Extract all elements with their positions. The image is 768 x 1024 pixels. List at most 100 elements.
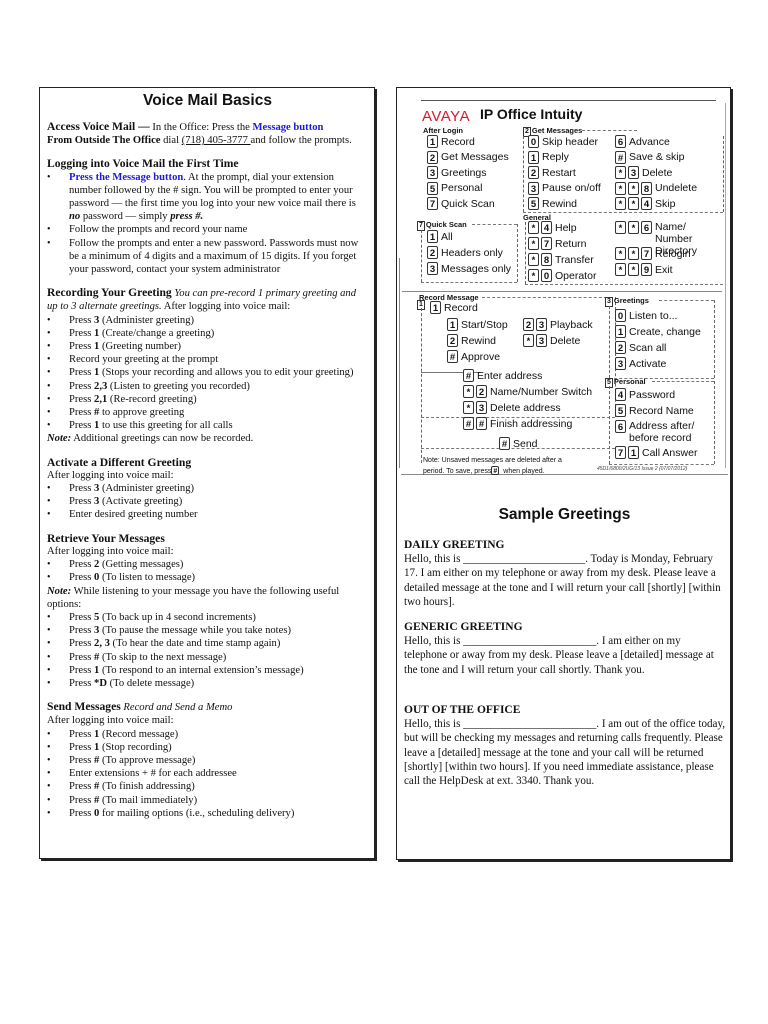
option-label: Headers only (441, 246, 503, 259)
option-label: Help (555, 221, 577, 234)
menu-option: 7 1 Call Answer (615, 446, 697, 459)
key-7-icon: 7 (615, 446, 626, 459)
card-right-edge (725, 103, 726, 468)
list-item: Press 2, 3 (To hear the date and time st… (47, 637, 368, 650)
section-label: Get Messages (531, 126, 583, 135)
activate-section: Activate a Different Greeting After logg… (47, 456, 368, 522)
key-label: # (94, 794, 100, 806)
option-label: Name/Number Switch (490, 385, 593, 398)
menu-option: * 2 Name/Number Switch (463, 385, 592, 398)
key-label: 0 (94, 572, 100, 584)
menu-option: 2 3 Playback (523, 318, 593, 331)
note-label: Note: (47, 585, 72, 597)
generic-greeting: GENERIC GREETING Hello, this is ________… (404, 620, 726, 677)
option-label: Delete (550, 334, 581, 347)
dial-text: dial (160, 135, 182, 147)
list-item: Press 2,1 (Re-record greeting) (47, 393, 368, 406)
divider (421, 308, 422, 463)
document-id: 45D1/6800/2UG/13 Issue 2 (07/07/2012) (597, 466, 688, 472)
star-key-icon: * (528, 253, 539, 266)
option-label: Record (441, 135, 475, 148)
star-key-icon: * (628, 221, 639, 234)
outside-label: From Outside The Office (47, 135, 161, 147)
list-item: Press the Message button. At the prompt,… (47, 171, 368, 224)
star-key-icon: * (463, 401, 474, 414)
option-label: Advance (629, 135, 670, 148)
star-key-icon: * (628, 181, 639, 195)
message-button-link[interactable]: Message button (253, 122, 324, 133)
option-label: Exit (655, 263, 673, 276)
daily-greeting-text: Hello, this is ______________________. T… (404, 553, 721, 608)
key-7-icon: 7 (541, 237, 552, 250)
menu-option: 0 Skip header (528, 135, 598, 148)
key-2-icon: 2 (447, 334, 458, 347)
list-item: Press 0 (To listen to message) (47, 571, 368, 584)
option-label: Skip header (542, 135, 599, 148)
key-2-icon: 2 (427, 150, 438, 164)
menu-option: 1 Reply (528, 150, 569, 164)
product-name: IP Office Intuity (480, 106, 583, 122)
press-message-button-link[interactable]: Press the Message button (69, 172, 183, 183)
key-0-icon: 0 (541, 269, 552, 282)
option-label: Personal (441, 182, 483, 195)
menu-option: * 3 Delete (615, 166, 673, 180)
key-3-icon: 3 (528, 181, 539, 195)
list-item: Follow the prompts and enter a new passw… (47, 237, 368, 277)
no-emphasis: no (69, 211, 81, 223)
option-label: Quick Scan (441, 197, 495, 210)
key-3-icon: 3 (476, 401, 487, 414)
key-0-icon: 0 (528, 135, 539, 148)
key-1-icon: 1 (628, 446, 639, 459)
menu-option: 1 Create, change (615, 325, 701, 338)
key-label: 3 (94, 483, 100, 495)
list-item: Press 3 (Activate greeting) (47, 495, 368, 508)
option-label: Record Name (629, 404, 694, 417)
list-item: Press 1 to use this greeting for all cal… (47, 419, 368, 432)
menu-option: # Enter address (463, 369, 542, 382)
recording-steps: Press 3 (Administer greeting)Press 1 (Cr… (47, 314, 368, 433)
avaya-logo: AVAYA (422, 108, 471, 125)
recording-section: Recording Your Greeting You can pre-reco… (47, 286, 368, 445)
list-item: Press # (To approve message) (47, 754, 368, 767)
option-label: Operator (555, 269, 597, 282)
menu-option: 2 Restart (528, 166, 576, 180)
menu-option: 2 Get Messages (427, 150, 509, 164)
section-label: Personal (613, 377, 646, 386)
phone-number[interactable]: (718) 405-3777 (182, 135, 251, 146)
retrieve-heading: Retrieve Your Messages (47, 531, 165, 545)
divider (609, 464, 714, 465)
menu-option: * 0 Operator (528, 269, 596, 282)
activate-steps: Press 3 (Administer greeting)Press 3 (Ac… (47, 482, 368, 522)
key-label: 5 (94, 611, 100, 623)
divider (517, 224, 518, 282)
key-1-icon: 1 (427, 230, 438, 243)
list-item: Press 5 (To back up in 4 second incremen… (47, 611, 368, 624)
option-label: Enter address (477, 369, 543, 382)
note-line: Note: Unsaved messages are deleted after… (423, 457, 562, 464)
key-4-icon: 4 (541, 221, 552, 234)
option-label: Activate (629, 357, 667, 370)
press-hash-emphasis: press #. (170, 211, 204, 223)
key-label: 1 (94, 728, 100, 740)
panel-title: Voice Mail Basics (143, 92, 272, 109)
list-item: Press 1 (Stops your recording and allows… (47, 366, 368, 379)
divider (482, 297, 612, 298)
key-5-icon: 5 (615, 404, 626, 417)
note-text: Additional greetings can now be recorded… (71, 433, 254, 445)
send-section: Send Messages Record and Send a Memo Aft… (47, 700, 368, 820)
divider (421, 282, 517, 283)
unsaved-note: Note: Unsaved messages are deleted after… (423, 457, 562, 476)
list-item: Press 2,3 (Listen to greeting you record… (47, 380, 368, 393)
menu-option: * * 7 Relogin (615, 247, 691, 260)
key-6-icon: 6 (615, 420, 626, 433)
recording-heading: Recording Your Greeting (47, 286, 172, 300)
list-item: Press # (To skip to the next message) (47, 651, 368, 664)
menu-option: # # Finish addressing (463, 417, 572, 430)
option-label: Address after/ before record (629, 420, 695, 444)
key-label: 2,3 (94, 380, 108, 392)
divider (609, 386, 610, 464)
out-of-office-greeting: OUT OF THE OFFICE Hello, this is _______… (404, 703, 726, 788)
option-label: Delete (642, 166, 673, 179)
divider (723, 136, 724, 212)
activate-heading: Activate a Different Greeting (47, 455, 192, 469)
